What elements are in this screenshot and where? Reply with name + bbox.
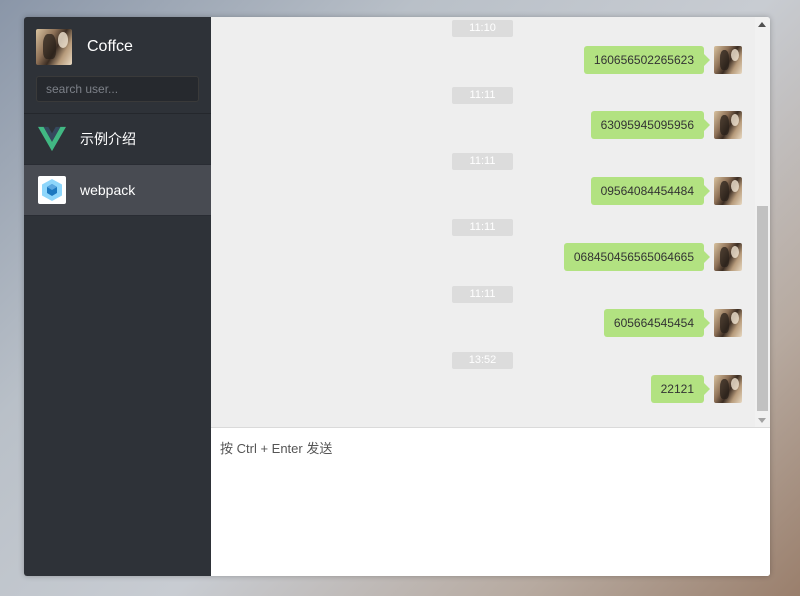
- user-row: Coffce: [36, 28, 199, 65]
- avatar: [714, 177, 742, 205]
- message-item: 11:11 068450456565064665: [211, 219, 755, 285]
- message-time: 11:11: [452, 286, 513, 303]
- webpack-logo-icon: [38, 176, 66, 204]
- message-bubble[interactable]: 160656502265623: [583, 46, 711, 74]
- message-item: 13:52 22121: [211, 352, 755, 418]
- message-bubble[interactable]: 605664545454: [603, 309, 711, 337]
- message-item: 11:11 605664545454: [211, 286, 755, 352]
- username: Coffce: [87, 37, 133, 55]
- message-row: 068450456565064665: [563, 242, 755, 272]
- message-item: 11:11 63095945095956: [211, 87, 755, 153]
- message-row: 63095945095956: [590, 110, 755, 140]
- vue-logo-icon: [38, 125, 66, 153]
- avatar: [714, 309, 742, 337]
- message-time: 11:11: [452, 153, 513, 170]
- message-time: 11:10: [452, 20, 513, 37]
- chat-window: Coffce 示例介绍 webpa: [24, 17, 770, 576]
- message-bubble[interactable]: 22121: [650, 375, 711, 403]
- avatar: [714, 243, 742, 271]
- message-bubble[interactable]: 09564084454484: [590, 177, 711, 205]
- sidebar: Coffce 示例介绍 webpa: [24, 17, 211, 576]
- search-box: [36, 76, 199, 102]
- message-bubble[interactable]: 63095945095956: [590, 111, 711, 139]
- message-composer: [211, 428, 770, 576]
- message-time: 13:52: [452, 352, 513, 369]
- message-list[interactable]: 11:10 160656502265623 11:11 630959450959…: [211, 17, 770, 428]
- session-label: webpack: [80, 182, 136, 198]
- session-label: 示例介绍: [80, 131, 136, 147]
- session-item-intro[interactable]: 示例介绍: [24, 114, 211, 165]
- message-time: 11:11: [452, 219, 513, 236]
- scrollbar-thumb[interactable]: [757, 206, 768, 411]
- search-input[interactable]: [36, 76, 199, 102]
- message-bubble[interactable]: 068450456565064665: [563, 243, 711, 271]
- scroll-down-icon[interactable]: [758, 418, 766, 423]
- message-row: 605664545454: [603, 308, 755, 338]
- user-card: Coffce: [24, 17, 211, 114]
- message-row: 160656502265623: [583, 45, 755, 75]
- message-item: 11:11 09564084454484: [211, 153, 755, 219]
- avatar: [714, 375, 742, 403]
- message-row: 22121: [650, 374, 755, 404]
- message-item: 11:10 160656502265623: [211, 20, 755, 86]
- avatar: [714, 111, 742, 139]
- scroll-up-icon[interactable]: [758, 22, 766, 27]
- avatar: [714, 46, 742, 74]
- chat-main: 11:10 160656502265623 11:11 630959450959…: [211, 17, 770, 576]
- scrollbar[interactable]: [755, 17, 770, 427]
- message-input[interactable]: [211, 428, 770, 576]
- message-row: 09564084454484: [590, 176, 755, 206]
- user-avatar: [36, 28, 72, 65]
- session-item-webpack[interactable]: webpack: [24, 165, 211, 216]
- message-time: 11:11: [452, 87, 513, 104]
